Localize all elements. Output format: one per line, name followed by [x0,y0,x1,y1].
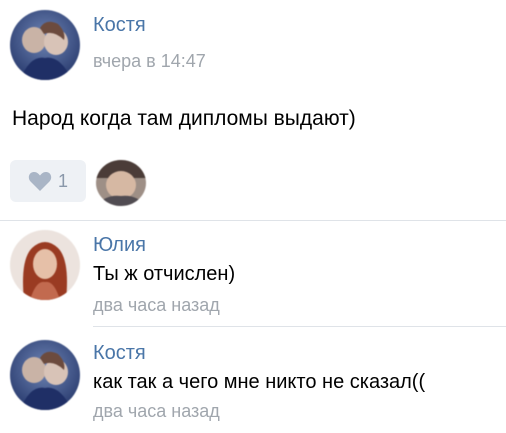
post-text: Народ когда там дипломы выдают) [12,107,356,130]
comment-author-name[interactable]: Костя [93,341,146,365]
divider [0,220,506,221]
post-author-avatar[interactable] [10,10,80,80]
comment-text: Ты ж отчислен) [93,263,236,285]
comment-author-avatar[interactable] [10,340,80,410]
divider [93,326,506,327]
comment-text: как так а чего мне никто не сказал(( [93,371,426,393]
like-button[interactable]: 1 [10,160,86,202]
post-timestamp[interactable]: вчера в 14:47 [93,50,206,72]
comment-timestamp[interactable]: два часа назад [93,294,220,316]
comment-author-avatar[interactable] [10,230,80,300]
liker-avatar[interactable] [96,160,146,206]
like-count: 1 [57,170,68,191]
heart-icon [28,171,52,191]
comment-author-name[interactable]: Юлия [93,233,146,257]
comment-timestamp[interactable]: два часа назад [93,400,220,422]
post-author-name[interactable]: Костя [93,13,146,37]
